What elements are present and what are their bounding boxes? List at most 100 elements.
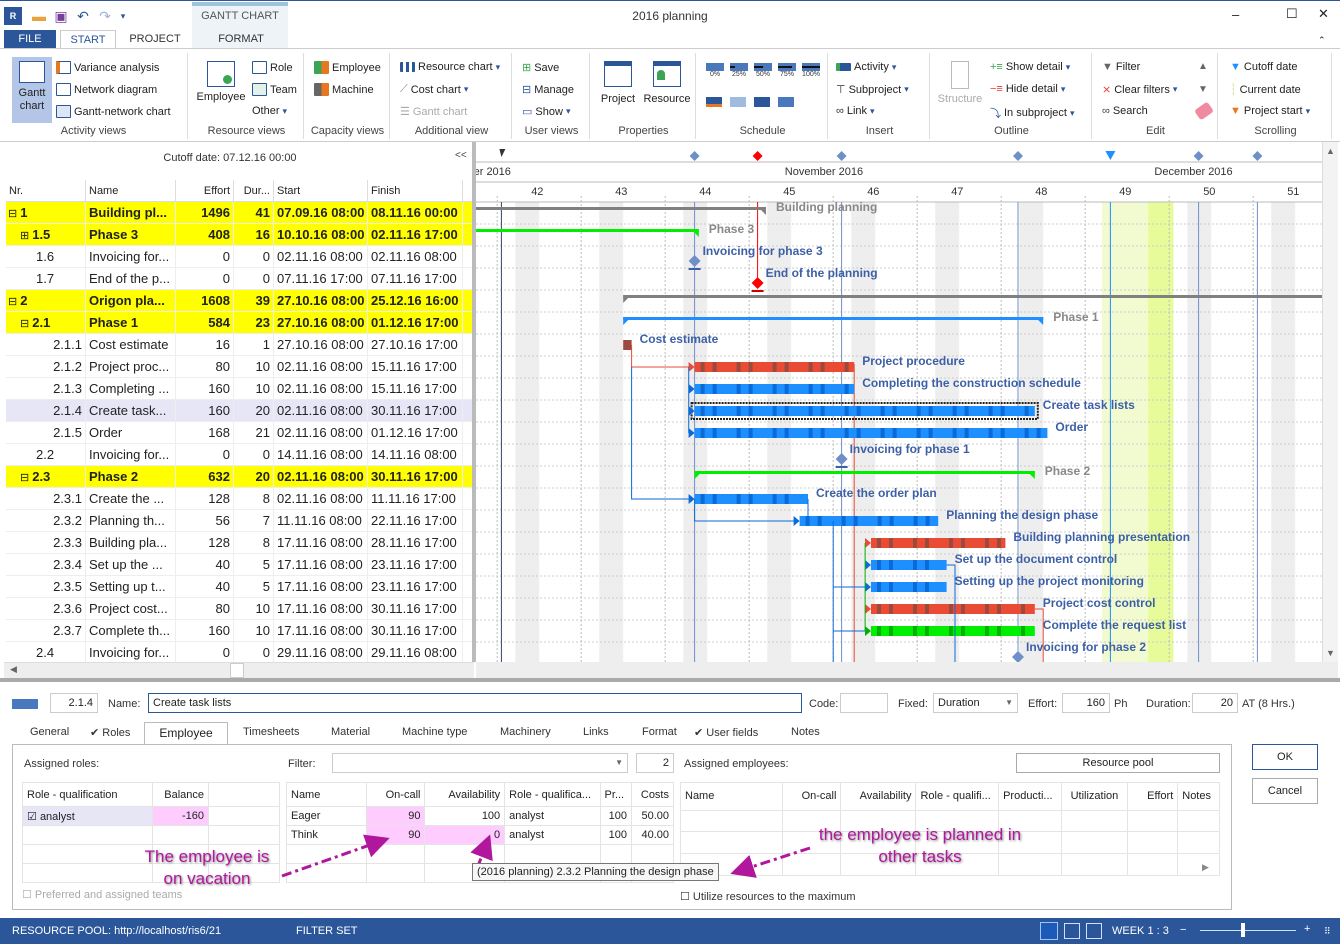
current-date-button[interactable]: ┆ Current date — [1230, 83, 1301, 97]
col-finish[interactable]: Finish — [368, 180, 463, 202]
detail-tab-user-fields[interactable]: ✔ User fields — [694, 726, 758, 739]
name-input[interactable]: Create task lists — [148, 693, 802, 713]
cutoff-date-button[interactable]: ▼ Cutoff date — [1230, 61, 1298, 73]
col-pool-name[interactable]: Name — [286, 782, 367, 807]
grid-row[interactable]: 2.4 Invoicing for... 0 0 29.11.16 08:00 29.11… — [6, 642, 472, 664]
col-effort[interactable]: Effort — [176, 180, 234, 202]
col-role[interactable]: Role - qualification — [22, 782, 153, 807]
role-view-button[interactable]: Role — [252, 61, 293, 74]
scroll-right-icon[interactable]: ▶ — [1202, 862, 1209, 873]
grid-row[interactable]: 2.3.2 Planning th... 56 7 11.11.16 08:00 22.1… — [6, 510, 472, 532]
progress-2-button[interactable]: 50% — [754, 63, 772, 78]
save-view-button[interactable]: ⊞ Save — [522, 61, 559, 75]
resize-grip-icon[interactable]: ⠿ — [1324, 926, 1331, 937]
progress-0-button[interactable]: 0% — [706, 63, 724, 78]
grid-row[interactable]: 2.3.4 Set up the ... 40 5 17.11.16 08:00 23.1… — [6, 554, 472, 576]
gantt-chart-additional-button[interactable]: ☰ Gantt chart — [400, 105, 467, 119]
detail-tab-employee[interactable]: Employee — [144, 722, 228, 744]
pool-row[interactable]: Think 90 0 analyst 100 40.00 — [286, 825, 674, 845]
collapse-ribbon-icon[interactable]: ⌃ — [1318, 35, 1326, 46]
tab-start[interactable]: START — [60, 30, 116, 48]
employee-view-icon[interactable] — [1064, 923, 1080, 939]
hide-detail-button[interactable]: −≡ Hide detail — [990, 83, 1065, 95]
zoom-out-button[interactable]: − — [1180, 924, 1186, 936]
grid-row[interactable]: 2.1.2 Project proc... 80 10 02.11.16 08:00 15… — [6, 356, 472, 378]
team-view-button[interactable]: Team — [252, 83, 297, 96]
show-views-dropdown[interactable]: ▭ Show — [522, 105, 570, 119]
scroll-up-icon[interactable]: ▲ — [1326, 146, 1335, 156]
in-subproject-button[interactable]: ⤵ In subproject — [990, 105, 1075, 121]
grid-row[interactable]: 2.3.6 Project cost... 80 10 17.11.16 08:00 30… — [6, 598, 472, 620]
capacity-machine-button[interactable]: Machine — [314, 83, 374, 96]
scroll-up-icon[interactable]: ▲ — [1198, 61, 1208, 72]
manage-views-button[interactable]: ⊟ Manage — [522, 83, 574, 97]
zoom-level-label[interactable]: WEEK 1 : 3 — [1112, 925, 1169, 937]
expand-icon[interactable]: ⊞ — [20, 230, 29, 242]
detail-tab-timesheets[interactable]: Timesheets — [243, 726, 299, 738]
grid-row[interactable]: ⊞ 1.5 Phase 3 408 16 10.10.16 08:00 02.11.16 1… — [6, 224, 472, 246]
search-button[interactable]: ∞ Search — [1102, 105, 1148, 117]
filter-select[interactable]: ▼ — [332, 753, 628, 773]
col-start[interactable]: Start — [274, 180, 368, 202]
capacity-view-icon[interactable] — [1086, 923, 1102, 939]
insert-link-button[interactable]: ∞ Link — [836, 105, 875, 117]
col-asg-notes[interactable]: Notes — [1177, 782, 1220, 811]
scroll-left-icon[interactable]: ◀ — [10, 664, 17, 675]
gantt-network-button[interactable]: Gantt-network chart — [56, 105, 171, 118]
detail-tab-roles[interactable]: ✔ Roles — [90, 726, 130, 739]
col-pool-costs[interactable]: Costs — [631, 782, 674, 807]
variance-analysis-button[interactable]: Variance analysis — [56, 61, 159, 74]
tab-format[interactable]: FORMAT — [196, 30, 286, 48]
insert-subproject-button[interactable]: ⊤ Subproject — [836, 83, 909, 97]
detail-tab-material[interactable]: Material — [331, 726, 370, 738]
collapse-icon[interactable]: ⊟ — [8, 208, 17, 220]
role-row[interactable]: ☑ analyst -160 — [22, 806, 280, 826]
col-asg-role[interactable]: Role - qualifi... — [915, 782, 1000, 811]
capacity-employee-button[interactable]: Employee — [314, 61, 381, 74]
detail-tab-links[interactable]: Links — [583, 726, 609, 738]
clear-filters-button[interactable]: ⨯ Clear filters — [1102, 83, 1177, 97]
col-asg-oncall[interactable]: On-call — [782, 782, 842, 811]
progress-1-button[interactable]: 25% — [730, 63, 748, 78]
zoom-slider-thumb[interactable] — [1241, 923, 1246, 937]
col-asg-name[interactable]: Name — [679, 782, 784, 811]
grid-horizontal-scrollbar[interactable]: ◀ — [4, 662, 474, 678]
grid-row[interactable]: 2.1.4 Create task... 160 20 02.11.16 08:00 30… — [6, 400, 472, 422]
grid-row[interactable]: ⊟ 2.3 Phase 2 632 20 02.11.16 08:00 30.11.16 1… — [6, 466, 472, 488]
col-asg-availability[interactable]: Availability — [840, 782, 917, 811]
detail-tab-machine-type[interactable]: Machine type — [402, 726, 467, 738]
collapse-grid-button[interactable]: << — [455, 150, 467, 161]
scroll-down-icon[interactable]: ▼ — [1198, 84, 1208, 95]
resource-properties-button[interactable]: Resource — [642, 61, 692, 106]
gantt-horizontal-scrollbar[interactable] — [476, 662, 1322, 678]
col-pool-availability[interactable]: Availability — [424, 782, 506, 807]
col-asg-effort[interactable]: Effort — [1127, 782, 1179, 811]
grid-row[interactable]: 2.1.5 Order 168 21 02.11.16 08:00 01.12.16 17… — [6, 422, 472, 444]
grid-row[interactable]: 2.3.1 Create the ... 128 8 02.11.16 08:00 11.… — [6, 488, 472, 510]
duration-input[interactable]: 20 — [1192, 693, 1238, 713]
tab-project[interactable]: PROJECT — [120, 30, 190, 48]
resource-pool-button[interactable]: Resource pool — [1016, 753, 1220, 773]
project-start-button[interactable]: ▼ Project start — [1230, 105, 1310, 117]
code-input[interactable] — [840, 693, 888, 713]
utilize-max-checkbox[interactable]: ☐ Utilize resources to the maximum — [680, 890, 856, 903]
show-detail-button[interactable]: +≡ Show detail — [990, 61, 1070, 73]
grid-row[interactable]: 2.1.3 Completing ... 160 10 02.11.16 08:00 15… — [6, 378, 472, 400]
col-balance[interactable]: Balance — [152, 782, 209, 807]
scroll-down-icon[interactable]: ▼ — [1326, 648, 1335, 658]
fixed-select[interactable]: Duration ▼ — [933, 693, 1018, 713]
resource-chart-button[interactable]: Resource chart — [400, 61, 500, 73]
tab-file[interactable]: FILE — [4, 30, 56, 48]
col-name[interactable]: Name — [86, 180, 176, 202]
scroll-thumb[interactable] — [230, 663, 244, 678]
collapse-icon[interactable]: ⊟ — [20, 472, 29, 484]
detail-tab-format[interactable]: Format — [642, 726, 677, 738]
filter-button[interactable]: ▼ Filter — [1102, 61, 1140, 73]
grid-row[interactable]: 2.2 Invoicing for... 0 0 14.11.16 08:00 14.11… — [6, 444, 472, 466]
col-pool-role[interactable]: Role - qualifica... — [504, 782, 601, 807]
grid-row[interactable]: ⊟ 2.1 Phase 1 584 23 27.10.16 08:00 01.12.16 1… — [6, 312, 472, 334]
detail-tab-machinery[interactable]: Machinery — [500, 726, 551, 738]
insert-activity-button[interactable]: Activity — [836, 61, 896, 73]
close-icon[interactable]: ✕ — [1318, 6, 1329, 22]
detail-tab-general[interactable]: General — [30, 726, 69, 738]
